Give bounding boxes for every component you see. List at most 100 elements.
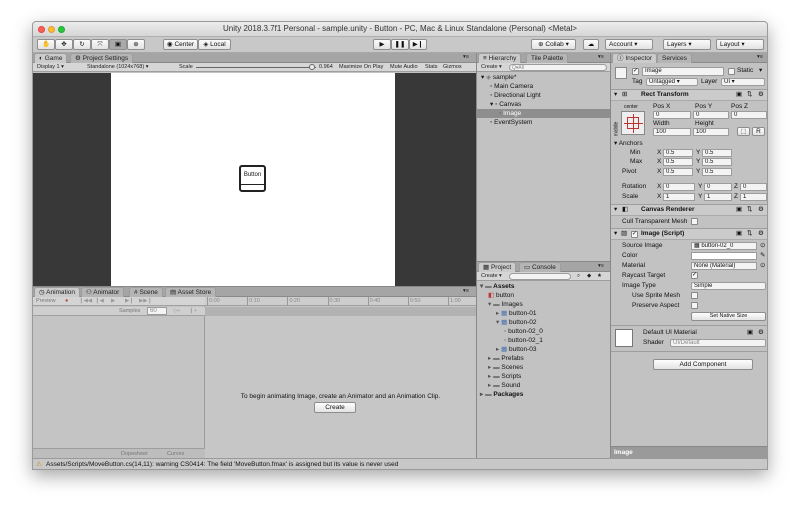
close-window-button[interactable]: [38, 26, 45, 33]
hierarchy-item[interactable]: ▾ ◈ sample*: [477, 73, 610, 82]
display-dropdown[interactable]: Display 1 ▾: [37, 64, 64, 71]
project-search-input[interactable]: [509, 273, 571, 280]
pivot-y-field[interactable]: 0.5: [702, 168, 732, 176]
use-sprite-mesh-checkbox[interactable]: [691, 292, 698, 299]
zoom-window-button[interactable]: [58, 26, 65, 33]
anchor-max-y-field[interactable]: 0.5: [702, 158, 732, 166]
tab-game[interactable]: ◐ Game: [34, 53, 68, 63]
component-help-icon[interactable]: ▣: [736, 91, 742, 99]
tab-scene[interactable]: # Scene: [129, 287, 163, 297]
static-checkbox[interactable]: [728, 68, 735, 75]
anchor-max-x-field[interactable]: 0.5: [663, 158, 693, 166]
raycast-target-checkbox[interactable]: ✓: [691, 272, 698, 279]
panel-menu-icon[interactable]: ▾≡: [757, 54, 763, 61]
panel-menu-icon[interactable]: ▾≡: [463, 288, 469, 295]
pos-y-field[interactable]: 0: [693, 111, 729, 119]
search-by-type-icon[interactable]: ⌕: [577, 273, 580, 280]
rotation-x-field[interactable]: 0: [663, 183, 695, 191]
scale-z-field[interactable]: 1: [740, 193, 767, 201]
blueprint-mode-button[interactable]: ⬚: [737, 127, 750, 136]
scale-tool-button[interactable]: ⤧: [91, 39, 109, 50]
next-key-icon[interactable]: ▶❙: [125, 298, 134, 305]
rotation-y-field[interactable]: 0: [704, 183, 732, 191]
pivot-x-field[interactable]: 0.5: [663, 168, 693, 176]
layers-dropdown[interactable]: Layers ▾: [663, 39, 711, 50]
project-item[interactable]: ▸ ▦ button-01: [477, 309, 610, 318]
project-create-dropdown[interactable]: Create ▾: [481, 273, 502, 280]
minimize-window-button[interactable]: [48, 26, 55, 33]
layer-dropdown[interactable]: UI ▾: [721, 78, 765, 86]
object-picker-icon[interactable]: ⊙: [760, 262, 765, 270]
tag-dropdown[interactable]: Untagged ▾: [646, 78, 698, 86]
tab-tile-palette[interactable]: Tile Palette: [526, 53, 569, 63]
project-item[interactable]: ▸ ▬ Packages: [477, 390, 610, 399]
project-item[interactable]: ▫ button-02_1: [477, 336, 610, 345]
object-picker-icon[interactable]: ⊙: [760, 242, 765, 250]
add-component-button[interactable]: Add Component: [653, 359, 753, 370]
canvas-renderer-header[interactable]: ▾ ◧ Canvas Renderer ▣ ⇅ ⚙: [611, 204, 767, 216]
preserve-aspect-checkbox[interactable]: [691, 302, 698, 309]
scale-slider-thumb[interactable]: [308, 64, 315, 70]
anchor-min-y-field[interactable]: 0.5: [702, 149, 732, 157]
static-dropdown-icon[interactable]: ▾: [759, 67, 762, 75]
record-icon[interactable]: ●: [65, 298, 68, 305]
hand-tool-button[interactable]: ✋: [37, 39, 55, 50]
image-enabled-checkbox[interactable]: ✓: [631, 231, 638, 238]
component-gear-icon[interactable]: ⚙: [758, 91, 764, 99]
add-key-icon[interactable]: ◇+: [173, 308, 180, 315]
pause-button[interactable]: ❚❚: [391, 39, 409, 50]
rect-transform-header[interactable]: ▾ ⊞ Rect Transform ▣ ⇅ ⚙: [611, 89, 767, 101]
gizmos-dropdown[interactable]: Gizmos: [443, 64, 462, 71]
hierarchy-search-input[interactable]: Q▾All: [509, 64, 607, 71]
set-native-size-button[interactable]: Set Native Size: [691, 312, 766, 321]
project-item[interactable]: ▸ ▬ Scripts: [477, 372, 610, 381]
project-item[interactable]: ▸ ▦ button-03: [477, 345, 610, 354]
transform-tool-button[interactable]: ⊕: [127, 39, 145, 50]
dopesheet-tab[interactable]: Dopesheet: [121, 451, 148, 458]
color-field[interactable]: [691, 252, 757, 260]
component-preset-icon[interactable]: ⇅: [747, 91, 752, 99]
layout-dropdown[interactable]: Layout ▾: [716, 39, 764, 50]
hierarchy-item[interactable]: ▪ Main Camera: [477, 82, 610, 91]
tab-hierarchy[interactable]: ≡ Hierarchy: [478, 53, 522, 63]
prev-key-icon[interactable]: ❙◀: [95, 298, 104, 305]
panel-menu-icon[interactable]: ▾≡: [598, 263, 604, 270]
create-animation-button[interactable]: Create: [314, 402, 356, 413]
component-preset-icon[interactable]: ⇅: [747, 230, 752, 238]
object-name-field[interactable]: Image: [642, 67, 724, 76]
image-script-header[interactable]: ▾ ▨ ✓ Image (Script) ▣ ⇅ ⚙: [611, 228, 767, 240]
component-gear-icon[interactable]: ⚙: [758, 230, 764, 238]
pivot-local-toggle[interactable]: ◈ Local: [198, 39, 231, 50]
play-anim-icon[interactable]: ▶: [111, 298, 115, 305]
hierarchy-item[interactable]: ▪ EventSystem: [477, 118, 610, 127]
tab-console[interactable]: ▭ Console: [519, 262, 561, 272]
tab-inspector[interactable]: ⓘ Inspector: [612, 53, 658, 63]
cloud-button[interactable]: ☁: [583, 39, 599, 50]
search-by-label-icon[interactable]: ◆: [587, 273, 591, 280]
mute-audio-toggle[interactable]: Mute Audio: [390, 64, 418, 71]
tab-animator[interactable]: ⚇ Animator: [81, 287, 125, 297]
stats-toggle[interactable]: Stats: [425, 64, 438, 71]
rotation-z-field[interactable]: 0: [740, 183, 767, 191]
component-preset-icon[interactable]: ⇅: [747, 206, 752, 214]
source-image-field[interactable]: ▦ button-02_0: [691, 242, 757, 250]
panel-menu-icon[interactable]: ▾≡: [463, 54, 469, 61]
component-help-icon[interactable]: ▣: [736, 206, 742, 214]
curves-tab[interactable]: Curves: [167, 451, 184, 458]
material-help-icon[interactable]: ▣: [747, 329, 753, 337]
project-item[interactable]: ▾ ▬ Assets: [477, 282, 610, 291]
account-dropdown[interactable]: Account ▾: [605, 39, 653, 50]
hierarchy-create-dropdown[interactable]: Create ▾: [481, 64, 502, 71]
move-tool-button[interactable]: ✥: [55, 39, 73, 50]
anchors-foldout[interactable]: ▾ Anchors: [614, 140, 643, 148]
add-event-icon[interactable]: ❙+: [189, 308, 197, 315]
pos-x-field[interactable]: 0: [653, 111, 691, 119]
tab-project-settings[interactable]: ⚙ Project Settings: [70, 53, 134, 63]
scale-x-field[interactable]: 1: [663, 193, 695, 201]
favorite-icon[interactable]: ★: [597, 273, 602, 280]
eyedropper-icon[interactable]: ✎: [760, 252, 765, 260]
project-item[interactable]: ▾ ▬ Images: [477, 300, 610, 309]
image-type-dropdown[interactable]: Simple: [691, 282, 766, 290]
timeline-ruler[interactable]: 0:00 0:10 0:20 0:30 0:40 0:50 1:00: [205, 297, 476, 306]
step-button[interactable]: ▶❙: [409, 39, 427, 50]
